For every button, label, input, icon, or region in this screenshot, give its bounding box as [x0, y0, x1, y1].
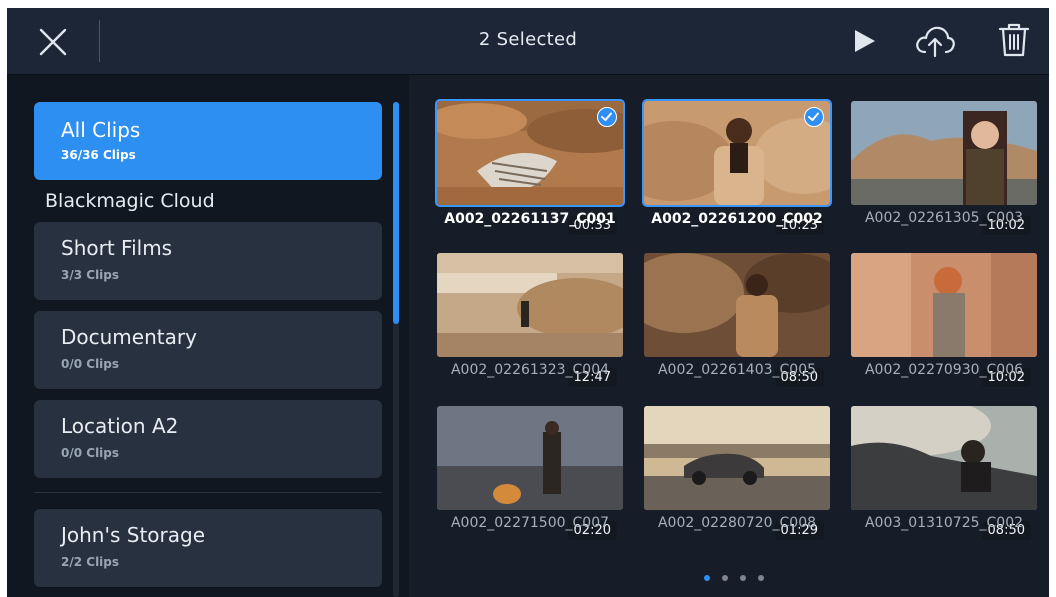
clip-name: A002_02261323_C004 [450, 362, 610, 378]
sidebar-item-count: 0/0 Clips [61, 446, 120, 460]
clip-thumbnail [644, 253, 830, 357]
clip-name: A002_02261137_C001 [444, 211, 616, 227]
clip-tile[interactable]: 00:33 A002_02261137_C001 [437, 101, 623, 241]
clip-name: A003_01310725_C002 [864, 515, 1024, 531]
app-window: 2 Selected All Clips 36/36 Clips Blackma… [7, 8, 1049, 597]
clip-tile[interactable]: 08:50 A003_01310725_C002 [851, 406, 1037, 546]
clip-name: A002_02261305_C003 [864, 210, 1024, 226]
sidebar-item-johns-storage[interactable]: John's Storage 2/2 Clips [34, 509, 382, 587]
sidebar-item-label: Documentary [61, 325, 197, 349]
clip-thumbnail [644, 101, 830, 205]
page-dot[interactable] [740, 575, 746, 581]
clip-name: A002_02280720_C008 [657, 515, 817, 531]
sidebar-scrollbar[interactable] [393, 102, 399, 324]
clip-thumbnail [851, 406, 1037, 510]
sidebar-item-short-films[interactable]: Short Films 3/3 Clips [34, 222, 382, 300]
clip-thumbnail [437, 406, 623, 510]
sidebar-item-count: 3/3 Clips [61, 268, 120, 282]
clip-tile[interactable]: 12:47 A002_02261323_C004 [437, 253, 623, 393]
clip-name: A002_02261403_C005 [657, 362, 817, 378]
clip-name: A002_02261200_C002 [651, 211, 823, 227]
clip-tile[interactable]: 01:29 A002_02280720_C008 [644, 406, 830, 546]
sidebar-item-documentary[interactable]: Documentary 0/0 Clips [34, 311, 382, 389]
section-label-cloud: Blackmagic Cloud [45, 190, 215, 212]
cloud-upload-button[interactable] [913, 22, 957, 60]
clip-tile[interactable]: 08:50 A002_02261403_C005 [644, 253, 830, 393]
trash-icon [998, 23, 1030, 57]
delete-button[interactable] [997, 20, 1031, 60]
page-dot[interactable] [758, 575, 764, 581]
clip-tile[interactable]: 10:02 A002_02270930_C006 [851, 253, 1037, 393]
clip-tile[interactable]: 10:23 A002_02261200_C002 [644, 101, 830, 241]
play-button[interactable] [849, 26, 879, 56]
clip-grid: 00:33 A002_02261137_C001 10:23 A002_0226… [409, 75, 1049, 597]
sidebar: All Clips 36/36 Clips Blackmagic Cloud S… [7, 75, 409, 597]
sidebar-item-label: Short Films [61, 236, 173, 260]
clip-tile[interactable]: 10:02 A002_02261305_C003 [851, 101, 1037, 241]
selected-check-icon [597, 107, 617, 127]
clip-name: A002_02270930_C006 [864, 362, 1024, 378]
clip-thumbnail [437, 253, 623, 357]
clip-thumbnail [851, 253, 1037, 357]
sidebar-item-location-a2[interactable]: Location A2 0/0 Clips [34, 400, 382, 478]
top-bar: 2 Selected [7, 8, 1049, 75]
clip-name: A002_02271500_C007 [450, 515, 610, 531]
pagination [704, 566, 776, 581]
page-dot[interactable] [722, 575, 728, 581]
sidebar-item-label: John's Storage [61, 523, 206, 547]
cloud-upload-icon [916, 26, 955, 58]
play-icon [855, 30, 875, 52]
sidebar-divider [34, 492, 382, 493]
sidebar-item-label: All Clips [61, 118, 141, 142]
sidebar-item-count: 0/0 Clips [61, 357, 120, 371]
page-title: 2 Selected [478, 29, 578, 50]
clip-thumbnail [437, 101, 623, 205]
sidebar-item-count: 2/2 Clips [61, 555, 120, 569]
clip-thumbnail [851, 101, 1037, 205]
sidebar-item-label: Location A2 [61, 414, 179, 438]
sidebar-item-count: 36/36 Clips [61, 148, 136, 162]
page-dot[interactable] [704, 575, 710, 581]
selected-check-icon [804, 107, 824, 127]
clip-tile[interactable]: 02:20 A002_02271500_C007 [437, 406, 623, 546]
sidebar-item-all-clips[interactable]: All Clips 36/36 Clips [34, 102, 382, 180]
clip-thumbnail [644, 406, 830, 510]
